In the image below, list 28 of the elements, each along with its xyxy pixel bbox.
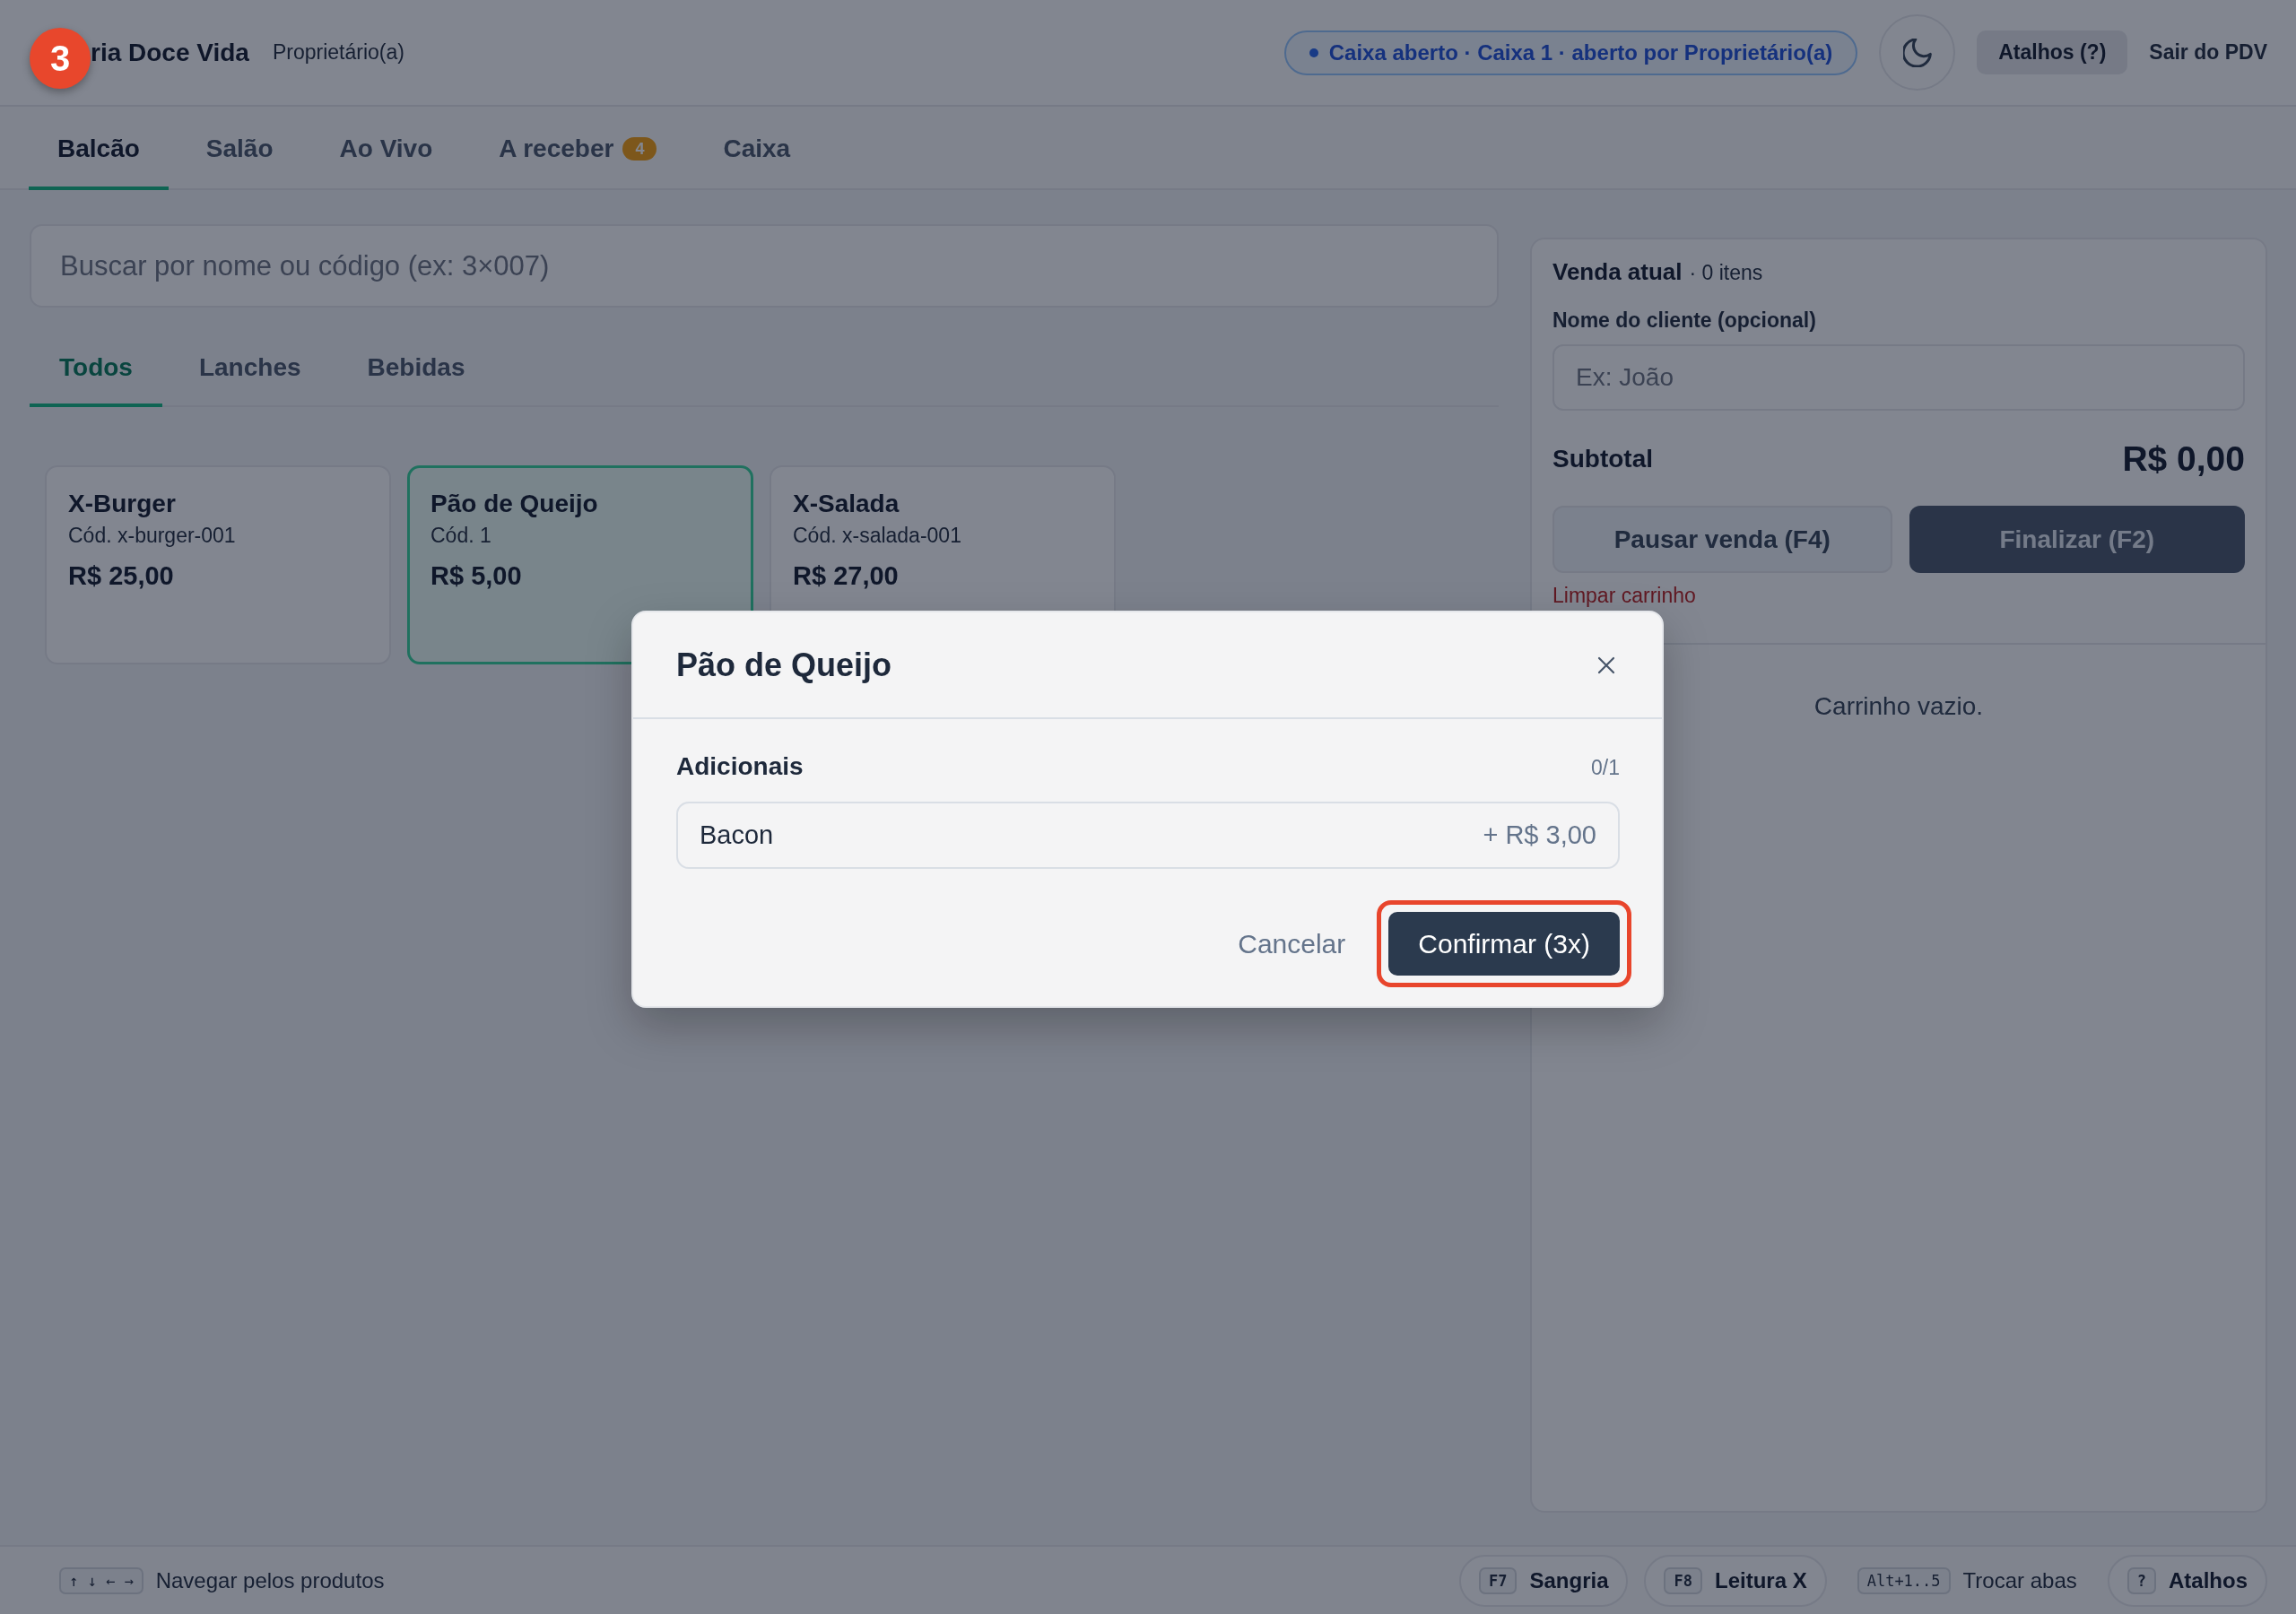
- product-price: R$ 5,00: [430, 560, 523, 591]
- item-count: · 0 itens: [1689, 260, 1763, 286]
- keyboard-key: ?: [2126, 1566, 2156, 1594]
- count-badge: 4: [622, 136, 657, 161]
- product-code: Cód. 1: [430, 523, 492, 548]
- keyboard-key: F8: [1664, 1566, 1702, 1594]
- product-price: R$ 27,00: [793, 560, 900, 591]
- product-price: R$ 25,00: [68, 560, 175, 591]
- customer-label: Nome do cliente (opcional): [1552, 308, 1817, 332]
- keyboard-key: F7: [1478, 1566, 1518, 1594]
- section-title: Adicionais: [676, 751, 804, 782]
- shortcut-hint: Trocar abas: [1962, 1567, 2077, 1593]
- product-name: X-Salada: [793, 489, 900, 519]
- role-label: Proprietário(a): [272, 40, 404, 65]
- brand-name: ria Doce Vida: [91, 38, 249, 67]
- subtotal-label: Subtotal: [1552, 445, 1653, 473]
- sale-title: Venda atual: [1552, 257, 1683, 286]
- empty-cart-message: Carrinho vazio.: [1813, 691, 1985, 722]
- product-code: Cód. x-salada-001: [793, 523, 962, 548]
- shortcut-hint: Navegar pelos produtos: [155, 1567, 385, 1593]
- product-name: X-Burger: [68, 489, 177, 519]
- keyboard-key: Alt+1..5: [1857, 1566, 1951, 1594]
- subtotal-value: R$ 0,00: [2122, 439, 2245, 479]
- product-code: Cód. x-burger-001: [68, 523, 237, 548]
- cash-status-text: Caixa aberto · Caixa 1 · aberto por Proprietário(a): [1328, 39, 1833, 65]
- product-name: Pão de Queijo: [430, 489, 599, 519]
- selection-counter: 0/1: [1591, 755, 1620, 781]
- keyboard-key: ↑ ↓ ← →: [59, 1566, 144, 1594]
